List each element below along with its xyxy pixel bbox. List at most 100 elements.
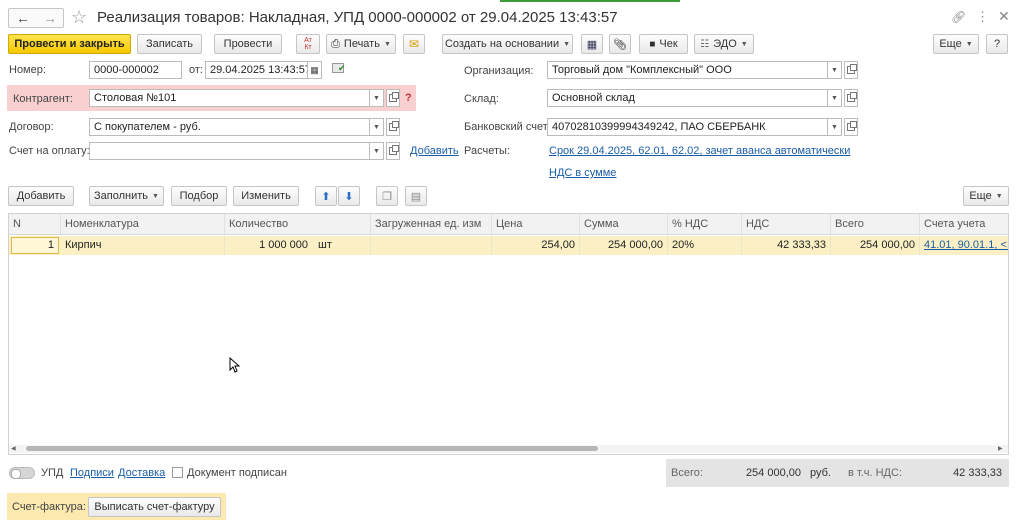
printer-icon: ⎙ [331, 37, 340, 50]
col-header-vat[interactable]: НДС [742, 214, 831, 234]
back-arrow-icon[interactable]: ← [10, 9, 36, 27]
upd-toggle[interactable] [9, 467, 35, 479]
item-cell[interactable]: Кирпич [61, 236, 225, 255]
sum-cell[interactable]: 254 000,00 [580, 236, 668, 255]
contract-input[interactable]: С покупателем - руб. [89, 118, 370, 136]
help-button[interactable]: ? [986, 34, 1008, 54]
col-header-price[interactable]: Цена [492, 214, 580, 234]
attach-button[interactable]: 📎︎ [609, 34, 631, 54]
signatures-link[interactable]: Подписи [70, 466, 114, 480]
counterparty-dropdown[interactable]: ▼ [370, 89, 384, 107]
scrollbar-thumb[interactable] [26, 446, 598, 451]
scroll-left-icon[interactable]: ◀ [11, 444, 16, 454]
create-based-on-button[interactable]: Создать на основании ▼ [442, 34, 573, 54]
save-button[interactable]: Записать [137, 34, 202, 54]
col-header-vat-rate[interactable]: % НДС [668, 214, 742, 234]
table-more-button[interactable]: Еще ▼ [963, 186, 1009, 206]
price-cell[interactable]: 254,00 [492, 236, 580, 255]
select-items-button[interactable]: Подбор [171, 186, 227, 206]
delete-row-button[interactable]: ▤ [405, 186, 427, 206]
dt-kt-icon: Ат Кт [304, 37, 312, 51]
bank-account-open-button[interactable] [844, 118, 858, 136]
post-button[interactable]: Провести [214, 34, 282, 54]
edo-button[interactable]: ☷ ЭДО ▼ [694, 34, 754, 54]
question-icon[interactable]: ? [405, 92, 412, 104]
accounts-cell[interactable]: 41.01, 90.01.1, <... [920, 236, 1008, 255]
col-header-item[interactable]: Номенклатура [61, 214, 225, 234]
arrow-down-icon: ⬇︎ [344, 190, 354, 203]
counterparty-open-button[interactable] [386, 89, 400, 107]
structure-icon: ▦ [586, 38, 598, 51]
col-header-n[interactable]: N [9, 214, 61, 234]
doc-signed-checkbox[interactable] [172, 467, 183, 478]
contract-open-button[interactable] [386, 118, 400, 136]
vat-rate-cell[interactable]: 20% [668, 236, 742, 255]
email-button[interactable]: ✉ [403, 34, 425, 54]
row-number-cell[interactable]: 1 [11, 237, 59, 254]
total-cell[interactable]: 254 000,00 [831, 236, 920, 255]
add-invoice-link[interactable]: Добавить [410, 144, 459, 158]
add-row-button[interactable]: Добавить [8, 186, 74, 206]
warehouse-dropdown[interactable]: ▼ [828, 89, 842, 107]
more-button[interactable]: Еще ▼ [933, 34, 979, 54]
settlements-label: Расчеты: [464, 145, 510, 157]
col-header-accounts[interactable]: Счета учета [920, 214, 1008, 234]
scroll-right-icon[interactable]: ▶ [998, 444, 1003, 454]
currency-label: руб. [810, 467, 831, 479]
vat-cell[interactable]: 42 333,33 [742, 236, 831, 255]
number-input[interactable]: 0000-000002 [89, 61, 182, 79]
warehouse-label: Склад: [464, 93, 499, 105]
unit-cell[interactable]: шт [314, 236, 371, 255]
print-button[interactable]: ⎙ Печать ▼ [326, 34, 396, 54]
copy-icon: ❐ [382, 190, 392, 203]
vat-in-sum-link[interactable]: НДС в сумме [549, 166, 616, 180]
invoice-open-button[interactable] [386, 142, 400, 160]
loaded-unit-cell[interactable] [371, 236, 492, 255]
issue-invoice-button[interactable]: Выписать счет-фактуру [88, 497, 221, 517]
col-header-sum[interactable]: Сумма [580, 214, 668, 234]
col-header-qty[interactable]: Количество [225, 214, 371, 234]
close-icon[interactable]: ✕ [998, 8, 1010, 25]
forward-arrow-icon[interactable]: → [37, 9, 63, 27]
copy-row-button[interactable]: ❐ [376, 186, 398, 206]
warehouse-open-button[interactable] [844, 89, 858, 107]
number-label: Номер: [9, 64, 46, 76]
total-value: 254 000,00 [745, 467, 801, 479]
more-vertical-icon[interactable]: ⋮ [976, 9, 989, 25]
change-button[interactable]: Изменить [233, 186, 299, 206]
organization-open-button[interactable] [844, 61, 858, 79]
date-input[interactable]: 29.04.2025 13:43:57 [205, 61, 308, 79]
bank-account-input[interactable]: 40702810399994349242, ПАО СБЕРБАНК [547, 118, 828, 136]
link-icon[interactable]: 🔗︎ [951, 10, 966, 24]
col-header-loaded-unit[interactable]: Загруженная ед. изм [371, 214, 492, 234]
calendar-button[interactable]: ▦ [307, 61, 322, 79]
col-header-total[interactable]: Всего [831, 214, 920, 234]
settlements-link[interactable]: Срок 29.04.2025, 62.01, 62.02, зачет ава… [549, 144, 850, 158]
structure-button[interactable]: ▦ [581, 34, 603, 54]
favorite-star-icon[interactable]: ☆ [71, 7, 87, 27]
fill-label: Заполнить [94, 190, 149, 202]
bank-account-dropdown[interactable]: ▼ [828, 118, 842, 136]
dt-kt-button[interactable]: Ат Кт [296, 34, 320, 54]
edo-icon: ☷ [700, 38, 710, 50]
invoice-dropdown[interactable]: ▼ [370, 142, 384, 160]
qty-cell[interactable]: 1 000 000 [225, 236, 312, 255]
post-and-close-button[interactable]: Провести и закрыть [8, 34, 131, 54]
counterparty-input[interactable]: Столовая №101 [89, 89, 370, 107]
move-up-button[interactable]: ⬆︎ [315, 186, 337, 206]
invoice-label: Счет на оплату: [9, 145, 90, 157]
check-button[interactable]: ■ Чек [639, 34, 688, 54]
posted-status-icon: ✔ [332, 63, 346, 73]
fill-button[interactable]: Заполнить ▼ [89, 186, 164, 206]
counterparty-label: Контрагент: [13, 93, 73, 105]
delivery-link[interactable]: Доставка [118, 466, 165, 480]
contract-dropdown[interactable]: ▼ [370, 118, 384, 136]
accounts-link[interactable]: 41.01, 90.01.1, <... [924, 239, 1008, 251]
organization-dropdown[interactable]: ▼ [828, 61, 842, 79]
check-label: Чек [659, 38, 678, 50]
move-down-button[interactable]: ⬇︎ [338, 186, 360, 206]
organization-input[interactable]: Торговый дом "Комплексный" ООО [547, 61, 828, 79]
invoice-input[interactable] [89, 142, 370, 160]
warehouse-input[interactable]: Основной склад [547, 89, 828, 107]
mouse-cursor-icon [229, 356, 241, 376]
